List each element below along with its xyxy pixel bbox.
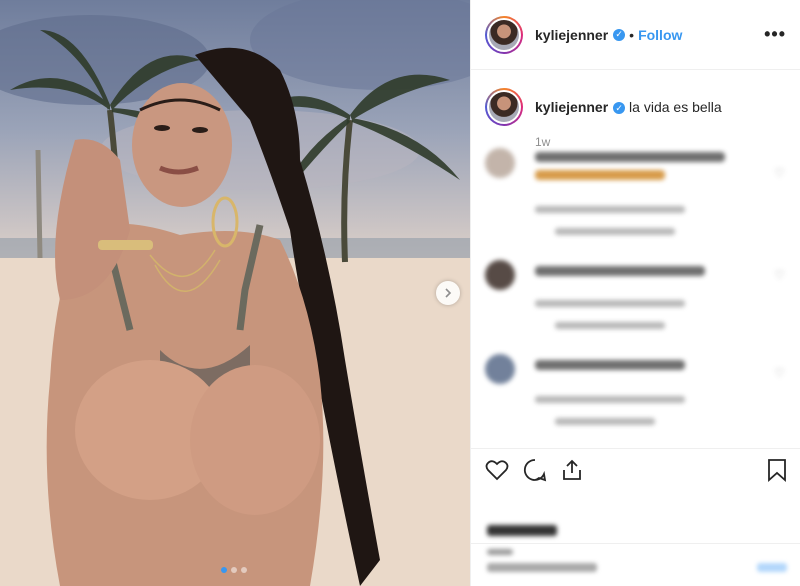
follow-button[interactable]: Follow bbox=[638, 27, 682, 43]
carousel-dot bbox=[221, 567, 227, 573]
caption-row: kyliejenner ✓ la vida es bella bbox=[471, 70, 800, 126]
photo-scene bbox=[0, 0, 470, 586]
add-comment-section bbox=[471, 543, 800, 586]
post-photo[interactable] bbox=[0, 0, 470, 586]
header-username[interactable]: kyliejenner bbox=[535, 27, 608, 43]
carousel-dot bbox=[231, 567, 237, 573]
action-icons bbox=[471, 449, 800, 485]
avatar bbox=[485, 260, 515, 290]
comment-icon[interactable] bbox=[523, 458, 547, 482]
more-horizontal-icon[interactable]: ••• bbox=[764, 24, 786, 45]
carousel-indicator bbox=[221, 567, 247, 573]
comment-input[interactable] bbox=[487, 563, 597, 572]
bookmark-icon[interactable] bbox=[767, 458, 787, 482]
heart-icon[interactable] bbox=[485, 459, 509, 481]
caption-body: la vida es bella bbox=[629, 99, 722, 115]
heart-icon[interactable]: ♡ bbox=[774, 366, 785, 380]
header-separator: • bbox=[629, 26, 635, 43]
share-icon[interactable] bbox=[561, 459, 583, 481]
post-side-panel: kyliejenner ✓ • Follow ••• kyliejenner ✓ … bbox=[470, 0, 800, 586]
avatar bbox=[485, 354, 515, 384]
verified-badge-icon: ✓ bbox=[613, 28, 626, 41]
avatar-image bbox=[489, 92, 519, 122]
verified-badge-icon: ✓ bbox=[613, 102, 626, 115]
post-header: kyliejenner ✓ • Follow ••• bbox=[471, 0, 800, 70]
heart-icon[interactable]: ♡ bbox=[774, 268, 785, 282]
post-comment-button[interactable] bbox=[757, 563, 787, 572]
carousel-dot bbox=[241, 567, 247, 573]
avatar-image bbox=[489, 19, 519, 50]
avatar bbox=[485, 148, 515, 178]
post-actions bbox=[471, 448, 800, 586]
comments-list: ♡ ♡ ♡ bbox=[471, 140, 800, 445]
caption-username[interactable]: kyliejenner bbox=[535, 99, 608, 115]
caption-avatar[interactable] bbox=[485, 88, 523, 126]
caption-text: kyliejenner ✓ la vida es bella bbox=[535, 99, 722, 115]
chevron-right-icon bbox=[445, 288, 452, 298]
avatar[interactable] bbox=[485, 15, 523, 54]
heart-icon[interactable]: ♡ bbox=[774, 166, 785, 180]
next-slide-button[interactable] bbox=[436, 281, 460, 305]
